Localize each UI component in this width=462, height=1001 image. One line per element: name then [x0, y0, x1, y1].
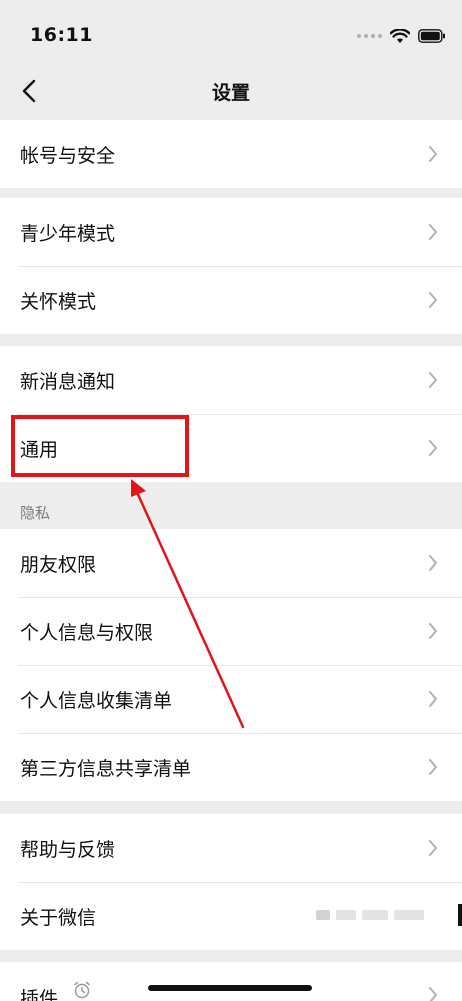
home-indicator: [148, 985, 312, 991]
chevron-right-icon: [426, 552, 440, 574]
settings-group-modes: 青少年模式 关怀模式: [0, 198, 462, 334]
page-title: 设置: [211, 82, 250, 104]
settings-item-help-feedback[interactable]: 帮助与反馈: [0, 814, 462, 882]
chevron-right-icon: [426, 688, 440, 710]
wifi-icon: [390, 28, 410, 43]
signal-dots-icon: [357, 34, 382, 38]
nav-bar: 设置: [0, 62, 462, 120]
status-time: 16:11: [30, 24, 93, 46]
status-icons: [357, 26, 446, 46]
settings-item-account-security[interactable]: 帐号与安全: [0, 120, 462, 188]
settings-group-account: 帐号与安全: [0, 120, 462, 188]
battery-icon: [418, 29, 445, 43]
settings-item-label: 插件: [20, 988, 59, 1001]
chevron-right-icon: [426, 369, 440, 391]
settings-item-about-wechat[interactable]: 关于微信: [0, 882, 462, 950]
settings-item-new-message-notification[interactable]: 新消息通知: [0, 346, 462, 414]
chevron-right-icon: [426, 837, 440, 859]
settings-item-label: 青少年模式: [20, 222, 116, 245]
chevron-right-icon: [426, 143, 440, 165]
version-info-blurred: [316, 909, 436, 921]
settings-item-label: 个人信息收集清单: [20, 689, 173, 712]
settings-item-label: 新消息通知: [20, 370, 116, 393]
highlight-box: [11, 415, 189, 477]
settings-group-plugins: 插件: [0, 962, 462, 1001]
settings-item-third-party-sharing[interactable]: 第三方信息共享清单: [0, 733, 462, 801]
alarm-clock-icon: [72, 980, 92, 1001]
chevron-right-icon: [426, 437, 440, 459]
chevron-right-icon: [426, 984, 440, 1001]
settings-item-youth-mode[interactable]: 青少年模式: [0, 198, 462, 266]
chevron-right-icon: [426, 620, 440, 642]
settings-item-personal-info-collection[interactable]: 个人信息收集清单: [0, 665, 462, 733]
settings-item-plugins[interactable]: 插件: [0, 962, 462, 1001]
chevron-right-icon: [426, 756, 440, 778]
settings-item-label: 个人信息与权限: [20, 621, 154, 644]
settings-item-label: 帐号与安全: [20, 144, 116, 167]
settings-item-label: 关怀模式: [20, 290, 97, 313]
settings-item-label: 帮助与反馈: [20, 838, 116, 861]
settings-item-friend-permissions[interactable]: 朋友权限: [0, 529, 462, 597]
chevron-right-icon: [426, 289, 440, 311]
chevron-right-icon: [426, 221, 440, 243]
settings-group-privacy: 朋友权限 个人信息与权限 个人信息收集清单 第三方信息共享清单: [0, 529, 462, 801]
settings-group-about: 帮助与反馈 关于微信: [0, 814, 462, 950]
status-bar: 16:11: [0, 0, 462, 62]
section-title-privacy: 隐私: [20, 504, 51, 522]
settings-item-label: 第三方信息共享清单: [20, 757, 192, 780]
settings-screen: 16:11 设置 帐号与安全 青少年模式 关怀模式 新消息通知 通用 隐私 朋友…: [0, 0, 462, 1001]
settings-item-label: 关于微信: [20, 906, 97, 929]
edge-mark: [458, 904, 462, 926]
settings-item-care-mode[interactable]: 关怀模式: [0, 266, 462, 334]
settings-item-personal-info-permissions[interactable]: 个人信息与权限: [0, 597, 462, 665]
settings-item-label: 朋友权限: [20, 553, 97, 576]
